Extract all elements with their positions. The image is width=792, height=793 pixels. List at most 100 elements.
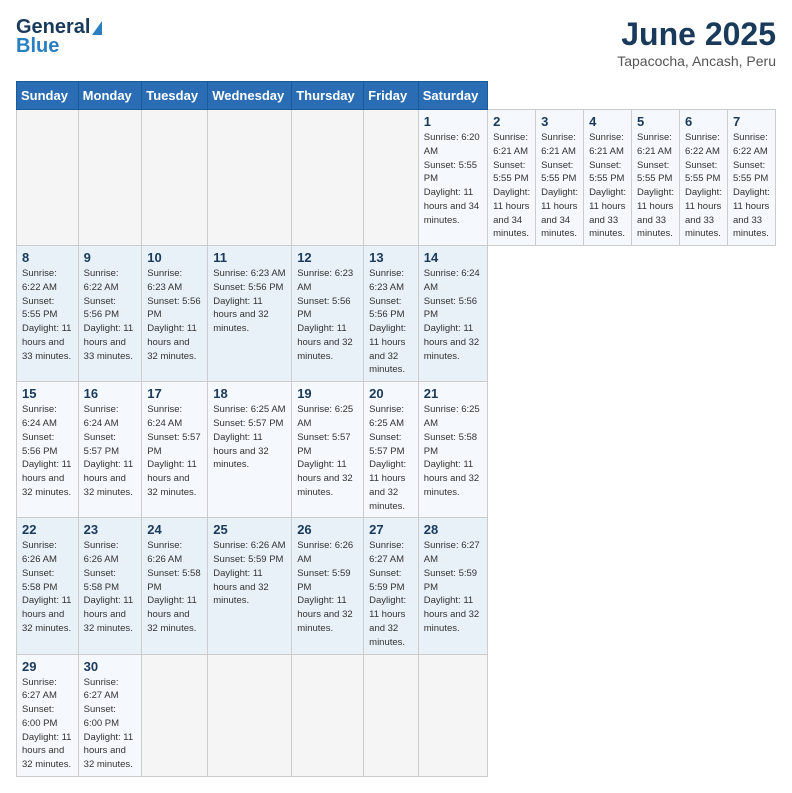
day-number: 8 [22,250,73,265]
day-number: 7 [733,114,770,129]
day-info: Sunrise: 6:26 AMSunset: 5:58 PMDaylight:… [22,539,73,635]
day-header-wednesday: Wednesday [208,82,292,110]
day-info: Sunrise: 6:26 AMSunset: 5:59 PMDaylight:… [213,539,286,608]
calendar-cell [418,654,487,776]
day-info: Sunrise: 6:22 AMSunset: 5:55 PMDaylight:… [22,267,73,363]
day-number: 22 [22,522,73,537]
day-number: 27 [369,522,413,537]
day-info: Sunrise: 6:26 AMSunset: 5:59 PMDaylight:… [297,539,358,635]
day-info: Sunrise: 6:26 AMSunset: 5:58 PMDaylight:… [147,539,202,635]
calendar-cell: 22 Sunrise: 6:26 AMSunset: 5:58 PMDayligh… [17,518,79,654]
day-info: Sunrise: 6:24 AMSunset: 5:57 PMDaylight:… [147,403,202,499]
calendar-cell: 26 Sunrise: 6:26 AMSunset: 5:59 PMDayligh… [292,518,364,654]
week-row-5: 29 Sunrise: 6:27 AMSunset: 6:00 PMDayligh… [17,654,776,776]
logo: General Blue [16,16,102,58]
calendar-cell: 3 Sunrise: 6:21 AMSunset: 5:55 PMDaylight… [536,110,584,246]
location-title: Tapacocha, Ancash, Peru [617,53,776,69]
day-info: Sunrise: 6:23 AMSunset: 5:56 PMDaylight:… [297,267,358,363]
day-number: 19 [297,386,358,401]
calendar-cell [208,654,292,776]
calendar-cell: 9 Sunrise: 6:22 AMSunset: 5:56 PMDaylight… [78,246,142,382]
calendar-cell: 10Sunrise: 6:23 AMSunset: 5:56 PMDayligh… [142,246,208,382]
day-info: Sunrise: 6:24 AMSunset: 5:56 PMDaylight:… [22,403,73,499]
day-number: 9 [84,250,137,265]
week-row-3: 15Sunrise: 6:24 AMSunset: 5:56 PMDayligh… [17,382,776,518]
day-info: Sunrise: 6:23 AMSunset: 5:56 PMDaylight:… [147,267,202,363]
day-header-monday: Monday [78,82,142,110]
calendar-cell: 5 Sunrise: 6:21 AMSunset: 5:55 PMDaylight… [632,110,680,246]
calendar-table: SundayMondayTuesdayWednesdayThursdayFrid… [16,81,776,777]
calendar-cell: 27Sunrise: 6:27 AMSunset: 5:59 PMDayligh… [364,518,419,654]
calendar-cell [364,110,419,246]
calendar-cell: 25 Sunrise: 6:26 AMSunset: 5:59 PMDayligh… [208,518,292,654]
day-header-friday: Friday [364,82,419,110]
day-number: 2 [493,114,530,129]
logo-blue: Blue [16,35,59,58]
day-info: Sunrise: 6:24 AMSunset: 5:56 PMDaylight:… [424,267,482,363]
calendar-cell: 16 Sunrise: 6:24 AMSunset: 5:57 PMDayligh… [78,382,142,518]
day-info: Sunrise: 6:27 AMSunset: 6:00 PMDaylight:… [22,676,73,772]
day-info: Sunrise: 6:27 AMSunset: 5:59 PMDaylight:… [424,539,482,635]
day-info: Sunrise: 6:21 AMSunset: 5:55 PMDaylight:… [589,131,626,241]
day-number: 4 [589,114,626,129]
day-header-sunday: Sunday [17,82,79,110]
day-header-tuesday: Tuesday [142,82,208,110]
week-row-2: 8 Sunrise: 6:22 AMSunset: 5:55 PMDaylight… [17,246,776,382]
calendar-cell: 29 Sunrise: 6:27 AMSunset: 6:00 PMDayligh… [17,654,79,776]
day-info: Sunrise: 6:24 AMSunset: 5:57 PMDaylight:… [84,403,137,499]
title-block: June 2025 Tapacocha, Ancash, Peru [617,16,776,69]
day-number: 23 [84,522,137,537]
month-title: June 2025 [617,16,776,53]
day-info: Sunrise: 6:22 AMSunset: 5:55 PMDaylight:… [733,131,770,241]
day-info: Sunrise: 6:26 AMSunset: 5:58 PMDaylight:… [84,539,137,635]
calendar-cell: 4 Sunrise: 6:21 AMSunset: 5:55 PMDaylight… [584,110,632,246]
day-info: Sunrise: 6:27 AMSunset: 6:00 PMDaylight:… [84,676,137,772]
day-number: 6 [685,114,722,129]
calendar-cell: 8 Sunrise: 6:22 AMSunset: 5:55 PMDaylight… [17,246,79,382]
calendar-cell [292,110,364,246]
day-number: 13 [369,250,413,265]
days-header-row: SundayMondayTuesdayWednesdayThursdayFrid… [17,82,776,110]
day-number: 30 [84,659,137,674]
week-row-1: 1Sunrise: 6:20 AMSunset: 5:55 PMDaylight… [17,110,776,246]
day-number: 25 [213,522,286,537]
calendar-cell [78,110,142,246]
day-info: Sunrise: 6:25 AMSunset: 5:57 PMDaylight:… [213,403,286,472]
calendar-cell [17,110,79,246]
day-header-thursday: Thursday [292,82,364,110]
day-number: 28 [424,522,482,537]
day-number: 11 [213,250,286,265]
day-info: Sunrise: 6:21 AMSunset: 5:55 PMDaylight:… [637,131,674,241]
calendar-cell: 19 Sunrise: 6:25 AMSunset: 5:57 PMDayligh… [292,382,364,518]
calendar-cell: 21 Sunrise: 6:25 AMSunset: 5:58 PMDayligh… [418,382,487,518]
calendar-cell: 24 Sunrise: 6:26 AMSunset: 5:58 PMDayligh… [142,518,208,654]
calendar-cell: 1Sunrise: 6:20 AMSunset: 5:55 PMDaylight… [418,110,487,246]
calendar-cell [292,654,364,776]
day-info: Sunrise: 6:21 AMSunset: 5:55 PMDaylight:… [541,131,578,241]
day-number: 16 [84,386,137,401]
day-info: Sunrise: 6:22 AMSunset: 5:55 PMDaylight:… [685,131,722,241]
day-info: Sunrise: 6:25 AMSunset: 5:58 PMDaylight:… [424,403,482,499]
calendar-cell: 30 Sunrise: 6:27 AMSunset: 6:00 PMDayligh… [78,654,142,776]
day-info: Sunrise: 6:22 AMSunset: 5:56 PMDaylight:… [84,267,137,363]
day-number: 26 [297,522,358,537]
day-number: 24 [147,522,202,537]
day-number: 29 [22,659,73,674]
day-header-saturday: Saturday [418,82,487,110]
calendar-cell [142,110,208,246]
day-number: 14 [424,250,482,265]
day-number: 5 [637,114,674,129]
calendar-cell: 13Sunrise: 6:23 AMSunset: 5:56 PMDayligh… [364,246,419,382]
day-number: 18 [213,386,286,401]
day-number: 3 [541,114,578,129]
calendar-cell: 11 Sunrise: 6:23 AMSunset: 5:56 PMDayligh… [208,246,292,382]
day-number: 20 [369,386,413,401]
day-info: Sunrise: 6:23 AMSunset: 5:56 PMDaylight:… [213,267,286,336]
calendar-cell: 2 Sunrise: 6:21 AMSunset: 5:55 PMDaylight… [488,110,536,246]
page-header: General Blue June 2025 Tapacocha, Ancash… [16,16,776,69]
day-number: 17 [147,386,202,401]
day-info: Sunrise: 6:25 AMSunset: 5:57 PMDaylight:… [297,403,358,499]
day-number: 21 [424,386,482,401]
calendar-cell: 23 Sunrise: 6:26 AMSunset: 5:58 PMDayligh… [78,518,142,654]
day-info: Sunrise: 6:21 AMSunset: 5:55 PMDaylight:… [493,131,530,241]
